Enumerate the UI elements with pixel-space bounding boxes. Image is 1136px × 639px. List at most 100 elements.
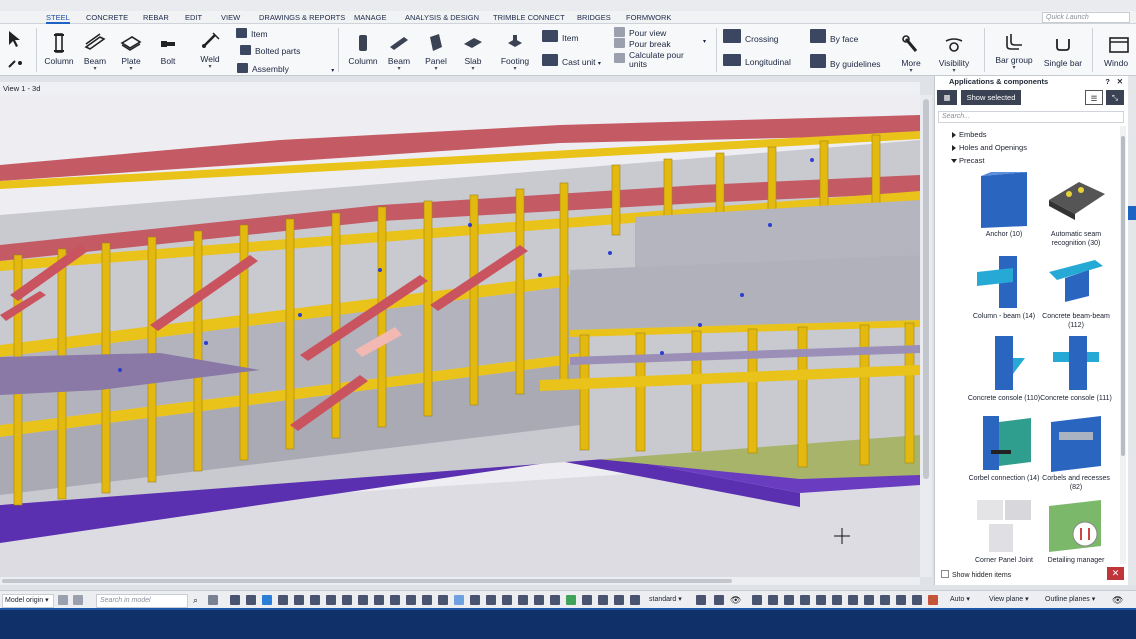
component-concrete-beam-beam[interactable]: Concrete beam-beam (112) (1039, 252, 1113, 330)
cast-unit-button[interactable]: Cast unit ▾ (542, 54, 601, 67)
crossing-button[interactable]: Crossing (723, 29, 779, 44)
help-icon[interactable]: ? (1105, 76, 1110, 87)
select-tool-icon[interactable] (230, 595, 240, 605)
component-concrete-console-110[interactable]: Concrete console (110) (967, 334, 1041, 404)
outline-planes-dropdown[interactable]: Outline planes ▾ (1045, 594, 1107, 606)
pour-view-button[interactable]: Pour view (614, 27, 666, 38)
footing-button[interactable]: Footing ▾ (498, 33, 532, 72)
concrete-item-button[interactable]: Item (542, 30, 579, 43)
collapse-icon[interactable]: ⤡ (1106, 90, 1124, 105)
select-welds-icon[interactable] (326, 595, 336, 605)
select-parts-icon[interactable] (246, 595, 256, 605)
snap-ends-icon[interactable] (374, 595, 384, 605)
snap-depth-icon[interactable] (598, 595, 608, 605)
snap-geometry-icon[interactable] (534, 595, 544, 605)
tab-bridges[interactable]: BRIDGES (577, 12, 611, 24)
snap-cross-icon[interactable] (816, 595, 826, 605)
snap-reference-icon[interactable] (582, 595, 592, 605)
slab-button[interactable]: Slab ▾ (458, 33, 488, 72)
bar-group-button[interactable]: Bar group ▾ (992, 32, 1036, 71)
visibility-eye-icon[interactable]: 👁 (1112, 595, 1123, 605)
snap-t-icon[interactable] (896, 595, 906, 605)
select-grids-icon[interactable] (342, 595, 352, 605)
work-plane-icon[interactable] (714, 595, 724, 605)
snap-perpendicular-icon[interactable] (438, 595, 448, 605)
snap-square-icon[interactable] (768, 595, 778, 605)
show-hidden-items-checkbox[interactable]: Show hidden items (941, 570, 1011, 579)
by-guidelines-button[interactable]: By guidelines (810, 54, 881, 69)
snap-line-icon[interactable] (502, 595, 512, 605)
grid-view-button[interactable]: ▦ (937, 90, 957, 105)
steel-beam-button[interactable]: Beam ▾ (80, 33, 110, 72)
view-plane-dropdown[interactable]: View plane ▾ (989, 594, 1039, 606)
panel-button[interactable]: Panel ▾ (420, 33, 452, 72)
model-viewport[interactable] (0, 95, 920, 577)
component-corbel-connection[interactable]: Corbel connection (14) (967, 414, 1041, 484)
model-origin-dropdown[interactable]: Model origin ▾ (2, 594, 54, 608)
tree-item-embeds[interactable]: Embeds (952, 130, 987, 139)
snap-stop-icon[interactable] (928, 595, 938, 605)
search-icon[interactable]: ⌕ (193, 595, 203, 605)
show-selected-button[interactable]: Show selected (961, 90, 1021, 105)
snap-x-icon[interactable] (864, 595, 874, 605)
concrete-column-button[interactable]: Column (346, 33, 380, 66)
snap-arc-icon[interactable] (832, 595, 842, 605)
snap-tangent-icon[interactable] (848, 595, 858, 605)
tab-steel[interactable]: STEEL (46, 12, 70, 24)
tab-view[interactable]: VIEW (221, 12, 240, 24)
snap-plane-icon[interactable] (518, 595, 528, 605)
panel-scrollbar[interactable] (1120, 126, 1126, 564)
component-column-beam[interactable]: Column - beam (14) (967, 252, 1041, 322)
quick-launch-input[interactable]: Quick Launch (1042, 12, 1130, 23)
component-corbels-recesses[interactable]: Corbels and recesses (82) (1039, 414, 1113, 492)
select-components-icon[interactable] (278, 595, 288, 605)
menu-icon[interactable]: ☰ (1085, 90, 1103, 105)
snap-tool-button[interactable] (4, 53, 30, 76)
close-icon[interactable]: ✕ (1117, 76, 1123, 87)
select-lines-icon[interactable] (310, 595, 320, 605)
snap-extension-icon[interactable] (454, 595, 464, 605)
tree-item-holes-openings[interactable]: Holes and Openings (952, 143, 1027, 152)
single-bar-button[interactable]: Single bar (1040, 35, 1086, 68)
plane-dropdown[interactable]: standard ▾ (646, 594, 688, 606)
longitudinal-button[interactable]: Longitudinal (723, 54, 791, 67)
visibility-button[interactable]: Visibility ▾ (934, 35, 974, 74)
snap-nearest-icon[interactable] (486, 595, 496, 605)
bolted-parts-button[interactable]: Bolted parts (240, 45, 300, 56)
viewport-vertical-scrollbar[interactable] (920, 95, 932, 577)
tab-trimble-connect[interactable]: TRIMBLE CONNECT (493, 12, 565, 24)
select-objects-icon[interactable] (262, 595, 272, 605)
tab-concrete[interactable]: CONCRETE (86, 12, 128, 24)
search-options-icon[interactable] (208, 595, 218, 605)
component-concrete-console-111[interactable]: Concrete console (111) (1039, 334, 1113, 404)
component-detailing-manager[interactable]: Detailing manager (1039, 496, 1113, 566)
pour-dropdown-caret[interactable]: ▾ (703, 38, 706, 45)
item-button[interactable]: Item (236, 28, 268, 39)
component-automatic-seam[interactable]: Automatic seam recognition (30) (1039, 170, 1113, 248)
snap-override-icon[interactable] (550, 595, 560, 605)
origin-add-icon[interactable] (58, 595, 68, 605)
window-button[interactable]: Windo (1104, 35, 1136, 68)
assembly-button[interactable]: Assembly ▾ (237, 63, 334, 74)
bolt-button[interactable]: Bolt (154, 33, 182, 66)
snap-intersect-icon[interactable] (390, 595, 400, 605)
snap-settings-icon[interactable] (630, 595, 640, 605)
snap-center-icon[interactable] (422, 595, 432, 605)
eye-icon[interactable]: 👁 (730, 595, 741, 605)
select-points-icon[interactable] (294, 595, 304, 605)
snap-box-icon[interactable] (752, 595, 762, 605)
panel-cancel-icon[interactable]: ✕ (1107, 567, 1124, 580)
tab-edit[interactable]: EDIT (185, 12, 202, 24)
by-face-button[interactable]: By face (810, 29, 858, 44)
tab-analysis-design[interactable]: ANALYSIS & DESIGN (405, 12, 479, 24)
select-views-icon[interactable] (358, 595, 368, 605)
steel-column-button[interactable]: Column (42, 33, 76, 66)
component-corner-panel-joint[interactable]: Corner Panel Joint (967, 496, 1041, 566)
snap-circle-icon[interactable] (784, 595, 794, 605)
tab-formwork[interactable]: FORMWORK (626, 12, 671, 24)
auto-dropdown[interactable]: Auto ▾ (950, 594, 980, 606)
snap-custom-icon[interactable] (912, 595, 922, 605)
tree-item-precast[interactable]: Precast (950, 156, 984, 165)
concrete-beam-button[interactable]: Beam ▾ (384, 33, 414, 72)
tab-rebar[interactable]: REBAR (143, 12, 169, 24)
